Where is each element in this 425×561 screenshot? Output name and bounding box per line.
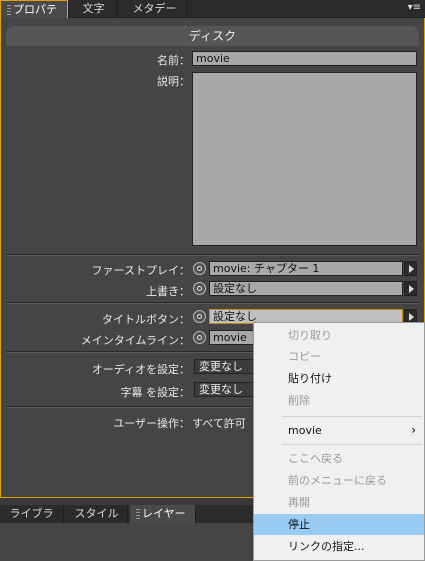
title-button-label: タイトルボタン：	[102, 313, 190, 326]
pickwhip-icon[interactable]	[193, 282, 206, 295]
first-play-selector[interactable]: movie: チャプター 1	[190, 261, 417, 276]
menu-item-return-here[interactable]: ここへ戻る	[254, 448, 424, 469]
play-arrow-icon[interactable]	[404, 261, 417, 276]
first-play-label: ファーストプレイ：	[91, 264, 190, 277]
panel-header: ディスク	[6, 26, 419, 46]
context-menu: 切り取り コピー 貼り付け 削除 movie › ここへ戻る 前のメニューに戻る…	[253, 322, 425, 561]
top-tab-bar: プロパティ× 文字 メタデータ ▾≡	[0, 0, 425, 34]
name-field[interactable]: movie	[192, 51, 417, 66]
menu-item-set-link[interactable]: リンクの指定...	[254, 536, 424, 557]
tab-metadata[interactable]: メタデータ	[122, 0, 188, 33]
pickwhip-icon[interactable]	[193, 262, 206, 275]
pickwhip-icon[interactable]	[193, 310, 206, 323]
divider	[6, 254, 419, 256]
menu-item-delete[interactable]: 削除	[254, 390, 424, 411]
first-play-value: movie: チャプター 1	[209, 261, 403, 276]
tab-library[interactable]: ライブラリ	[0, 505, 64, 538]
tab-styles[interactable]: スタイル	[66, 505, 128, 523]
panel-menu-icon[interactable]: ▾≡	[408, 2, 421, 13]
menu-item-cut[interactable]: 切り取り	[254, 325, 424, 346]
description-label: 説明：	[157, 75, 190, 88]
play-arrow-icon[interactable]	[404, 281, 417, 296]
grip-icon	[136, 509, 140, 519]
audio-label: オーディオを設定：	[91, 363, 190, 376]
menu-item-stop[interactable]: 停止	[254, 514, 424, 535]
menu-separator	[282, 416, 422, 417]
tab-layers[interactable]: レイヤー×	[130, 505, 196, 538]
menu-item-resume[interactable]: 再開	[254, 492, 424, 513]
menu-item-movie[interactable]: movie ›	[254, 420, 424, 441]
user-operations-value[interactable]: すべて許可	[192, 415, 262, 431]
menu-item-paste[interactable]: 貼り付け	[254, 368, 424, 389]
override-value: 設定なし	[209, 281, 403, 296]
menu-item-copy[interactable]: コピー	[254, 346, 424, 367]
tab-properties[interactable]: プロパティ×	[0, 0, 68, 34]
pickwhip-icon[interactable]	[193, 331, 206, 344]
grip-icon	[7, 5, 11, 15]
subtitle-label: 字幕 を設定：	[120, 386, 191, 399]
menu-item-return-previous-menu[interactable]: 前のメニューに戻る	[254, 470, 424, 491]
tab-text[interactable]: 文字	[70, 0, 118, 18]
override-selector[interactable]: 設定なし	[190, 281, 417, 296]
user-operations-label: ユーザー操作：	[113, 417, 190, 430]
main-timeline-label: メインタイムライン：	[80, 334, 190, 347]
submenu-arrow-icon: ›	[411, 423, 416, 437]
divider	[6, 302, 419, 304]
description-field[interactable]	[192, 72, 417, 246]
menu-separator	[282, 444, 422, 445]
override-label: 上書き：	[146, 285, 190, 298]
name-label: 名前：	[157, 54, 190, 67]
